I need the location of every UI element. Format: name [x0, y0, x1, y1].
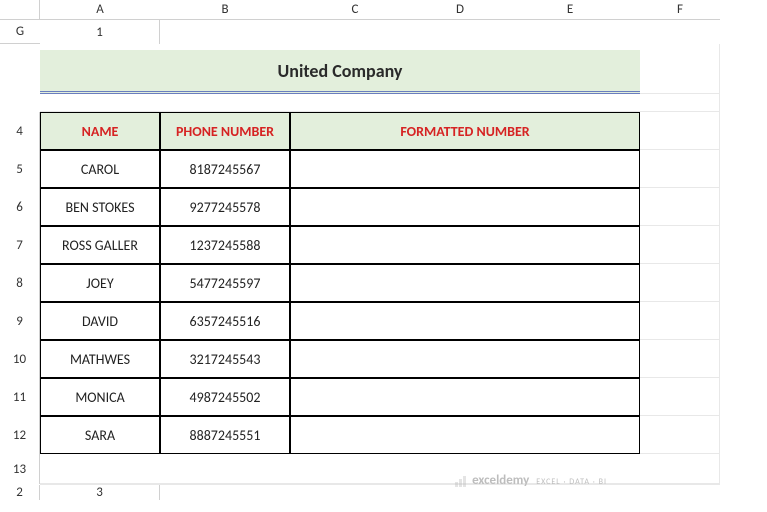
cell-name[interactable]: MATHWES: [40, 340, 160, 378]
cell-formatted[interactable]: [290, 416, 640, 454]
cell-phone[interactable]: 5477245597: [160, 264, 290, 302]
cell-phone[interactable]: 9277245578: [160, 188, 290, 226]
cell-phone[interactable]: 1237245588: [160, 226, 290, 264]
watermark-brand: exceldemy: [472, 473, 529, 488]
cell-formatted[interactable]: [290, 302, 640, 340]
cell-name[interactable]: ROSS GALLER: [40, 226, 160, 264]
cell-phone[interactable]: 8887245551: [160, 416, 290, 454]
cell-formatted[interactable]: [290, 188, 640, 226]
cell[interactable]: [640, 416, 720, 454]
row-header-2[interactable]: 2: [0, 485, 40, 500]
row-header-1[interactable]: 1: [40, 20, 160, 44]
cell-name[interactable]: SARA: [40, 416, 160, 454]
row-header-3[interactable]: 3: [40, 485, 160, 500]
col-header-b[interactable]: B: [160, 0, 290, 20]
col-header-f[interactable]: F: [640, 0, 720, 20]
row-header-7[interactable]: 7: [0, 226, 40, 264]
row-header-12[interactable]: 12: [0, 416, 40, 454]
cell-phone[interactable]: 3217245543: [160, 340, 290, 378]
row-header-13[interactable]: 13: [0, 454, 40, 484]
cell[interactable]: [640, 378, 720, 416]
cell[interactable]: [640, 264, 720, 302]
header-name[interactable]: NAME: [40, 112, 160, 150]
cell-name[interactable]: CAROL: [40, 150, 160, 188]
corner-cell[interactable]: [0, 0, 40, 20]
cell-name[interactable]: MONICA: [40, 378, 160, 416]
watermark-tagline: EXCEL · DATA · BI: [536, 477, 607, 487]
cell[interactable]: [40, 454, 720, 484]
cell-formatted[interactable]: [290, 226, 640, 264]
company-title[interactable]: United Company: [40, 50, 640, 94]
col-header-c[interactable]: C: [290, 0, 420, 20]
cell[interactable]: [640, 302, 720, 340]
row-header-4[interactable]: 4: [0, 112, 40, 150]
cell-formatted[interactable]: [290, 150, 640, 188]
cell-formatted[interactable]: [290, 264, 640, 302]
col-header-d[interactable]: D: [420, 0, 500, 20]
cell-formatted[interactable]: [290, 340, 640, 378]
cell-formatted[interactable]: [290, 378, 640, 416]
row-header-10[interactable]: 10: [0, 340, 40, 378]
row-header-9[interactable]: 9: [0, 302, 40, 340]
col-header-e[interactable]: E: [500, 0, 640, 20]
row-header-11[interactable]: 11: [0, 378, 40, 416]
col-header-a[interactable]: A: [40, 0, 160, 20]
spreadsheet-grid: A B C D E F G 1 2 United Company 3 4 NAM…: [0, 0, 767, 500]
cell[interactable]: [640, 226, 720, 264]
row-header-5[interactable]: 5: [0, 150, 40, 188]
col-header-g[interactable]: G: [0, 20, 40, 44]
cell-name[interactable]: BEN STOKES: [40, 188, 160, 226]
cell[interactable]: [40, 94, 720, 112]
cell[interactable]: [640, 340, 720, 378]
watermark: exceldemy EXCEL · DATA · BI: [454, 473, 607, 488]
cell[interactable]: [640, 112, 720, 150]
row-header-8[interactable]: 8: [0, 264, 40, 302]
cell[interactable]: [640, 188, 720, 226]
cell-name[interactable]: DAVID: [40, 302, 160, 340]
header-formatted[interactable]: FORMATTED NUMBER: [290, 112, 640, 150]
header-phone[interactable]: PHONE NUMBER: [160, 112, 290, 150]
cell-phone[interactable]: 4987245502: [160, 378, 290, 416]
cell-phone[interactable]: 6357245516: [160, 302, 290, 340]
cell[interactable]: [640, 44, 720, 94]
chart-icon: [454, 474, 468, 488]
cell[interactable]: [640, 150, 720, 188]
cell-name[interactable]: JOEY: [40, 264, 160, 302]
cell-phone[interactable]: 8187245567: [160, 150, 290, 188]
row-header-6[interactable]: 6: [0, 188, 40, 226]
